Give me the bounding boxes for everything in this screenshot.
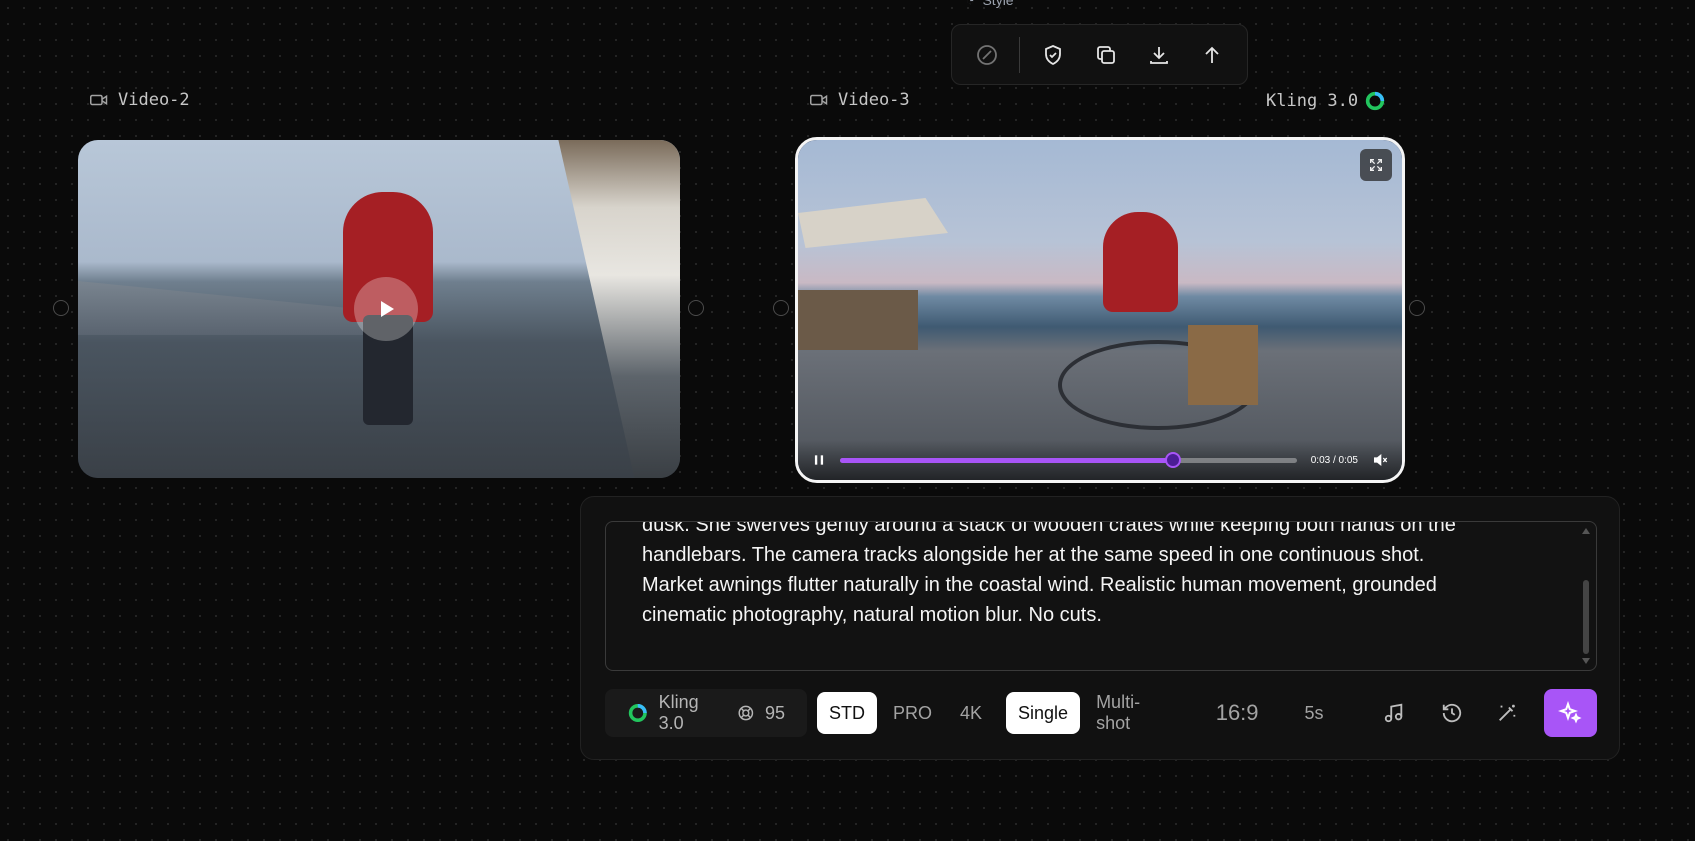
- magic-wand-icon: [1499, 704, 1516, 721]
- shot-selector: Single Multi-shot: [1006, 692, 1184, 734]
- history-button[interactable]: [1429, 690, 1474, 736]
- toolbar-divider: [1019, 36, 1021, 73]
- play-icon: [381, 301, 394, 317]
- quality-pro[interactable]: PRO: [881, 692, 944, 734]
- credits-icon: [738, 705, 754, 721]
- scroll-up-arrow[interactable]: [1582, 528, 1590, 534]
- music-note-icon: [1385, 703, 1403, 723]
- video-3-rider: [1103, 212, 1178, 312]
- quality-selector: STD PRO 4K: [816, 692, 994, 734]
- style-label: ◔ Style: [966, 0, 1014, 8]
- kling-logo-icon: [1365, 91, 1385, 111]
- disable-icon[interactable]: [960, 28, 1013, 82]
- credits-count: 95: [764, 702, 785, 723]
- mute-button[interactable]: [1372, 452, 1388, 468]
- kling-logo-icon: [628, 704, 647, 722]
- generate-button[interactable]: [1543, 689, 1597, 737]
- node-toolbar: [951, 24, 1248, 85]
- model-selector[interactable]: Kling 3.0 95: [605, 689, 807, 737]
- shot-multi[interactable]: Multi-shot: [1084, 692, 1184, 734]
- prompt-text: dusk. She swerves gently around a stack …: [642, 521, 1456, 626]
- video-camera-icon: [810, 94, 828, 106]
- pause-icon: [814, 455, 824, 465]
- aspect-ratio-selector[interactable]: 16:9: [1216, 700, 1259, 726]
- progress-thumb[interactable]: [1165, 452, 1182, 468]
- video-3-crates: [798, 290, 918, 350]
- video-camera-icon: [90, 94, 108, 106]
- progress-bar[interactable]: [840, 452, 1297, 468]
- video-2-player[interactable]: [78, 140, 680, 478]
- video-3-player[interactable]: 0:03 / 0:05: [795, 137, 1405, 483]
- style-icon: ◔: [966, 0, 975, 8]
- fullscreen-button[interactable]: [1360, 149, 1392, 181]
- video-controls: 0:03 / 0:05: [798, 440, 1402, 480]
- scroll-down-arrow[interactable]: [1582, 658, 1590, 664]
- prompt-panel: dusk. She swerves gently around a stack …: [580, 496, 1620, 760]
- pause-button[interactable]: [812, 453, 826, 467]
- video-3-input-port[interactable]: [773, 300, 789, 316]
- play-button[interactable]: [354, 277, 418, 341]
- shot-single[interactable]: Single: [1006, 692, 1081, 734]
- prompt-textarea[interactable]: dusk. She swerves gently around a stack …: [605, 521, 1597, 671]
- upload-icon[interactable]: [1186, 28, 1239, 82]
- video-2-output-port[interactable]: [688, 300, 704, 316]
- quality-4k[interactable]: 4K: [948, 692, 994, 734]
- history-icon: [1442, 703, 1461, 723]
- shield-check-icon[interactable]: [1026, 28, 1079, 82]
- sparkles-icon: [1558, 701, 1582, 724]
- model-name: Kling 3.0: [658, 692, 699, 733]
- time-display: 0:03 / 0:05: [1310, 454, 1358, 466]
- prompt-scrollbar[interactable]: [1580, 526, 1592, 666]
- video-3-output-port[interactable]: [1409, 300, 1425, 316]
- scroll-thumb[interactable]: [1583, 580, 1589, 654]
- video-3-crate-stack: [1188, 325, 1258, 405]
- video-2-input-port[interactable]: [53, 300, 69, 316]
- music-button[interactable]: [1372, 690, 1417, 736]
- video-2-label: Video-2: [90, 90, 190, 110]
- expand-icon: [1370, 159, 1382, 171]
- progress-fill: [840, 457, 1174, 463]
- volume-muted-icon: [1374, 453, 1388, 467]
- video-3-label: Video-3: [810, 90, 910, 110]
- duration-selector[interactable]: 5s: [1293, 692, 1336, 734]
- generation-controls: Kling 3.0 95 STD PRO 4K Single Multi-sho…: [605, 689, 1597, 737]
- enhance-prompt-button[interactable]: [1484, 690, 1529, 736]
- download-icon[interactable]: [1133, 28, 1186, 82]
- quality-std[interactable]: STD: [816, 692, 877, 734]
- copy-icon[interactable]: [1079, 28, 1132, 82]
- video-3-model-label: Kling 3.0: [1266, 90, 1386, 112]
